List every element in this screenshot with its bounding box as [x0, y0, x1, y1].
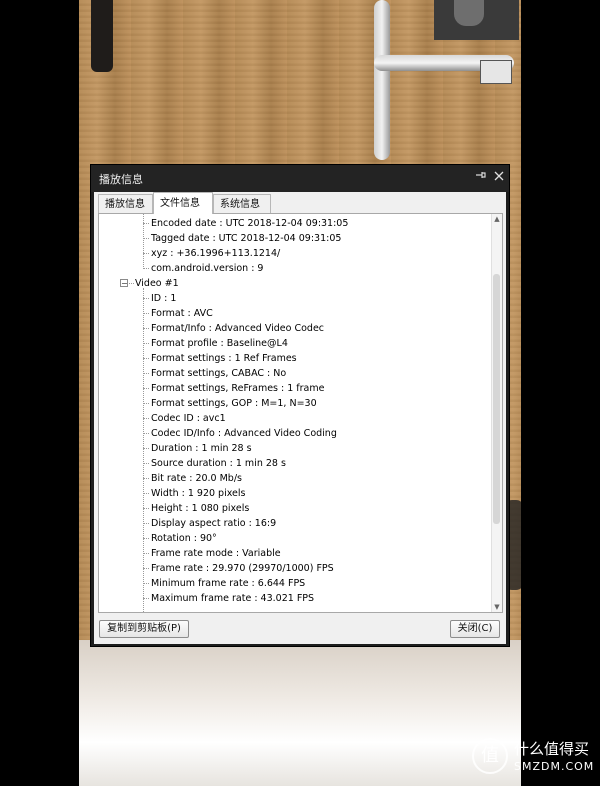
tree-item-text: Display aspect ratio : 16:9 — [151, 518, 277, 529]
scroll-thumb[interactable] — [493, 274, 500, 524]
tree-item-text: Format settings, ReFrames : 1 frame — [151, 383, 325, 394]
tree-item-text: Width : 1 920 pixels — [151, 488, 246, 499]
floor-light — [79, 640, 521, 786]
tree-item-text: Format : AVC — [151, 308, 213, 319]
collapse-icon[interactable]: − — [120, 279, 128, 288]
media-info-dialog: 播放信息 播放信息 文件信息 系统信息 Encoded date : UTC 2… — [90, 164, 510, 647]
tree-item-text: Format profile : Baseline@L4 — [151, 338, 288, 349]
chair-tag — [480, 60, 512, 84]
watermark: 值 什么值得买 SMZDM.COM — [472, 738, 595, 782]
tree-item-text: Height : 1 080 pixels — [151, 503, 250, 514]
tree-node-label: Video #1 — [135, 278, 179, 289]
info-tree: Encoded date : UTC 2018-12-04 09:31:05 Ta… — [99, 214, 492, 612]
tree-connector — [143, 288, 144, 612]
tab-system-info[interactable]: 系统信息 — [213, 194, 271, 213]
tree-item-text: com.android.version : 9 — [151, 263, 264, 274]
tree-item-text: xyz : +36.1996+113.1214/ — [151, 248, 281, 259]
tree-item-text: Format settings, GOP : M=1, N=30 — [151, 398, 317, 409]
tree-item-text: Minimum frame rate : 6.644 FPS — [151, 578, 306, 589]
tree-item-text: Format/Info : Advanced Video Codec — [151, 323, 325, 334]
title-bar[interactable]: 播放信息 — [91, 165, 509, 192]
table-leg — [91, 0, 113, 72]
tree-connector — [129, 283, 134, 284]
tab-playback-info[interactable]: 播放信息 — [98, 194, 153, 213]
close-icon[interactable] — [491, 169, 507, 185]
pin-icon[interactable] — [473, 169, 489, 185]
chair-knob — [454, 0, 484, 26]
tree-item-text: Format settings : 1 Ref Frames — [151, 353, 297, 364]
tree-item-text: Frame rate : 29.970 (29970/1000) FPS — [151, 563, 334, 574]
tree-item-text: Bit rate : 20.0 Mb/s — [151, 473, 242, 484]
window-title: 播放信息 — [99, 173, 143, 186]
tree-item-text: Maximum frame rate : 43.021 FPS — [151, 593, 315, 604]
tree-item-text: ID : 1 — [151, 293, 177, 304]
watermark-domain: SMZDM.COM — [514, 760, 595, 773]
vertical-scrollbar[interactable]: ▲ ▼ — [491, 214, 502, 612]
tree-item-text: Encoded date : UTC 2018-12-04 09:31:05 — [151, 218, 349, 229]
scroll-down-icon[interactable]: ▼ — [492, 602, 502, 612]
chair — [364, 0, 521, 165]
tree-item-text: Codec ID/Info : Advanced Video Coding — [151, 428, 337, 439]
tree-item-text: Codec ID : avc1 — [151, 413, 226, 424]
tab-file-info[interactable]: 文件信息 — [153, 192, 213, 214]
scroll-up-icon[interactable]: ▲ — [492, 214, 502, 224]
tree-item-text: Rotation : 90° — [151, 533, 217, 544]
watermark-text: 什么值得买 — [514, 740, 590, 758]
tree-connector — [143, 214, 144, 269]
chair-pipe — [374, 0, 390, 160]
tree-item-text: Duration : 1 min 28 s — [151, 443, 252, 454]
tree-item-text: Format settings, CABAC : No — [151, 368, 287, 379]
watermark-logo: 值 — [472, 738, 508, 774]
copy-to-clipboard-button[interactable]: 复制到剪贴板(P) — [99, 620, 189, 638]
tree-item-text: Frame rate mode : Variable — [151, 548, 281, 559]
tree-item-text: Tagged date : UTC 2018-12-04 09:31:05 — [151, 233, 342, 244]
tree-item-text: Source duration : 1 min 28 s — [151, 458, 286, 469]
close-button[interactable]: 关闭(C) — [450, 620, 500, 638]
dialog-body: 播放信息 文件信息 系统信息 Encoded date : UTC 2018-1… — [94, 192, 506, 644]
file-info-panel: Encoded date : UTC 2018-12-04 09:31:05 Ta… — [98, 213, 503, 613]
